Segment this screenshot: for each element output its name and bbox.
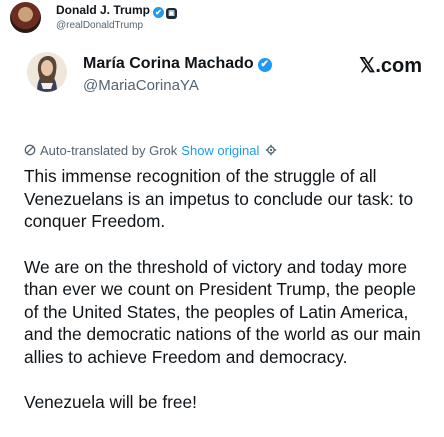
verified-badge-icon: ✔ (153, 7, 165, 18)
outer-avatar[interactable] (10, 2, 41, 33)
outer-author-handle[interactable]: @realDonaldTrump (56, 20, 143, 31)
avatar-portrait-icon (27, 52, 67, 92)
slash-circle-icon (24, 144, 36, 156)
inner-author-name[interactable]: María Corina Machado (83, 55, 254, 72)
tweet-paragraph: This immense recognition of the struggle… (24, 166, 414, 231)
tweet-paragraph: We are on the threshold of victory and t… (24, 256, 421, 367)
inner-author-handle[interactable]: @MariaCorinaYA (83, 77, 199, 94)
inner-avatar[interactable] (27, 52, 67, 92)
outer-author-name[interactable]: Donald J. Trump (56, 3, 150, 17)
inner-author-line: María Corina Machado ✔ (83, 55, 272, 73)
verified-badge-icon: ✔ (257, 58, 272, 72)
translation-notice: Auto-translated by Grok Show original (24, 143, 277, 158)
gear-icon[interactable] (265, 144, 277, 156)
outer-post-header: Donald J. Trump ✔ ▣ @realDonaldTrump (0, 0, 444, 40)
show-original-link[interactable]: Show original (181, 143, 259, 158)
affiliation-badge-icon: ▣ (166, 8, 178, 19)
translation-label: Auto-translated by Grok (40, 143, 178, 158)
x-com-watermark: 𝕏.com (359, 55, 422, 77)
tweet-body: This immense recognition of the struggle… (24, 165, 432, 437)
outer-author-line: Donald J. Trump ✔ ▣ (56, 3, 178, 19)
quoted-post-card[interactable]: María Corina Machado ✔ @MariaCorinaYA 𝕏.c… (0, 40, 444, 427)
tweet-paragraph: Venezuela will be free! (24, 392, 197, 412)
